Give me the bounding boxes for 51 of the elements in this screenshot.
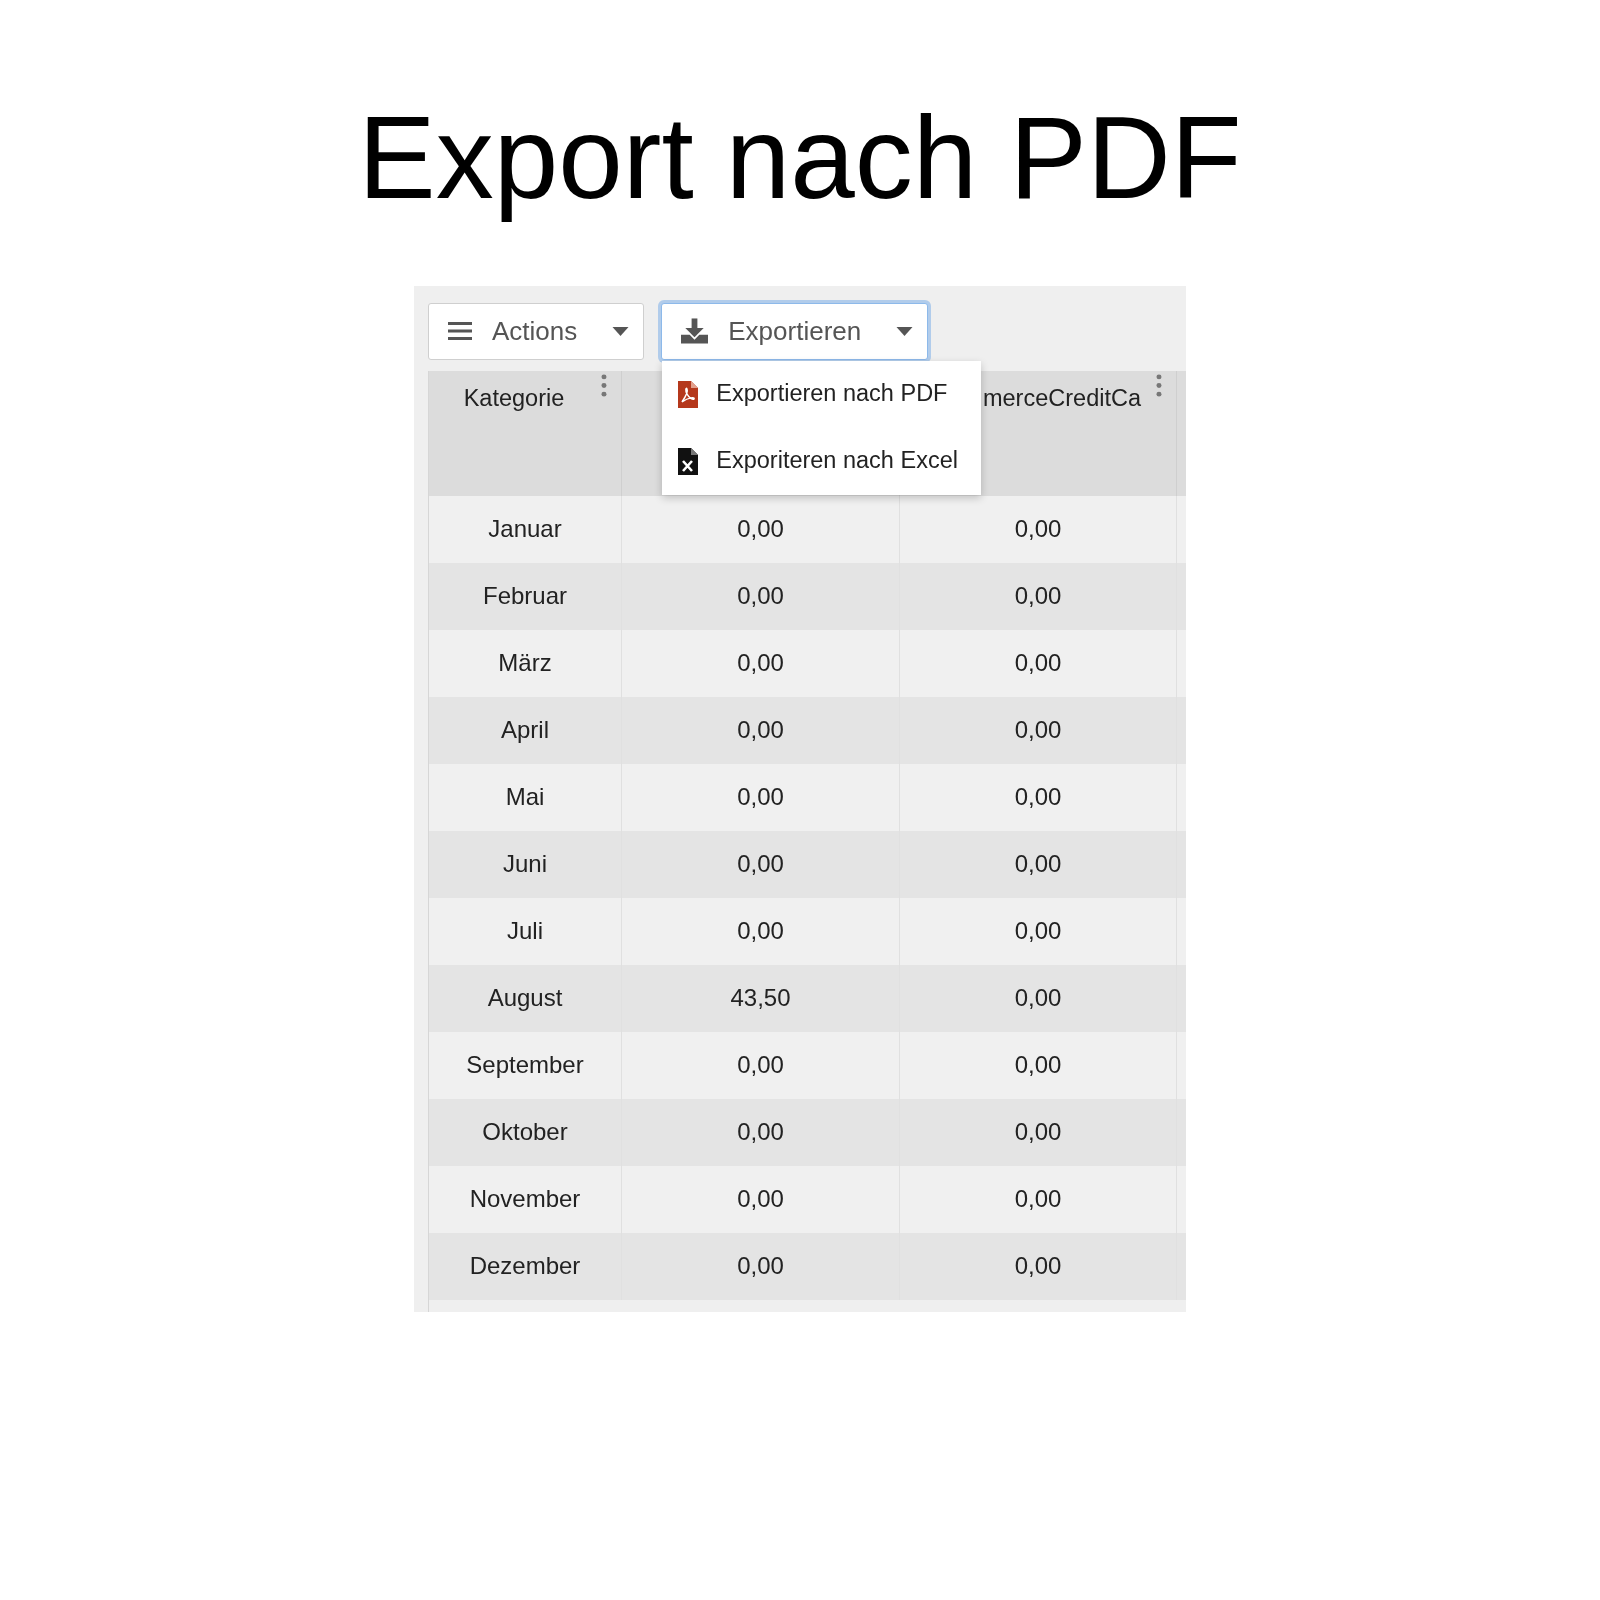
column-header: merceCreditCa: [982, 383, 1141, 413]
menu-item[interactable]: Exportieren nach PDF: [662, 360, 982, 428]
hamburger-menu-icon: [448, 322, 472, 340]
table-cell: Juli: [429, 897, 622, 965]
table-cell: 0,00: [622, 897, 900, 965]
caret-icon: [612, 326, 630, 336]
table-cell: 0,00: [622, 763, 900, 831]
table-cell: 0,00: [622, 830, 900, 898]
table-cell: Januar: [429, 495, 622, 563]
document-x-icon: [678, 447, 699, 475]
menu-item[interactable]: Exporiteren nach Excel: [662, 427, 982, 495]
table-cell: Mai: [429, 763, 622, 831]
table-cell: 0,00: [622, 629, 900, 697]
table-cell: November: [429, 1165, 622, 1233]
table-cell: 0,00: [900, 629, 1177, 697]
actions-dropdown-button[interactable]: Actions: [428, 302, 645, 360]
table-cell: Februar: [429, 562, 622, 630]
table-cell: 43,50: [622, 964, 900, 1032]
table-cell: 0,00: [622, 1165, 900, 1233]
table-cell: 0,00: [622, 1031, 900, 1099]
page-title: Export nach PDF: [358, 92, 1242, 225]
table-cell: 0,00: [622, 1098, 900, 1166]
table-cell: 0,00: [900, 830, 1177, 898]
table-cell: 0,00: [900, 696, 1177, 764]
table-cell: 0,00: [900, 495, 1177, 563]
table-cell: 0,00: [900, 1165, 1177, 1233]
table-cell: Oktober: [429, 1098, 622, 1166]
table-cell: 0,00: [900, 763, 1177, 831]
caret-icon: [896, 326, 914, 336]
table-cell: Dezember: [429, 1232, 622, 1300]
table-cell: 0,00: [900, 964, 1177, 1032]
table-cell: März: [429, 629, 622, 697]
kebab-menu-icon[interactable]: [1156, 373, 1162, 397]
table-cell: 0,00: [900, 1232, 1177, 1300]
kebab-menu-icon[interactable]: [601, 373, 607, 397]
table-cell: 0,00: [622, 1232, 900, 1300]
table-cell: August: [429, 964, 622, 1032]
table-cell: 0,00: [900, 1098, 1177, 1166]
table-cell: September: [429, 1031, 622, 1099]
table-cell: 0,00: [622, 696, 900, 764]
table-cell: Juni: [429, 830, 622, 898]
table-cell: 0,00: [622, 495, 900, 563]
pdf-document-icon: [678, 380, 699, 408]
download-icon: [681, 318, 709, 344]
table-cell: 0,00: [900, 562, 1177, 630]
table-cell: April: [429, 696, 622, 764]
export-dropdown-button[interactable]: Exportieren: [661, 302, 929, 360]
table-cell: 0,00: [900, 897, 1177, 965]
table-cell: 0,00: [900, 1031, 1177, 1099]
column-header: Kategorie: [463, 383, 565, 413]
table-cell: 0,00: [622, 562, 900, 630]
